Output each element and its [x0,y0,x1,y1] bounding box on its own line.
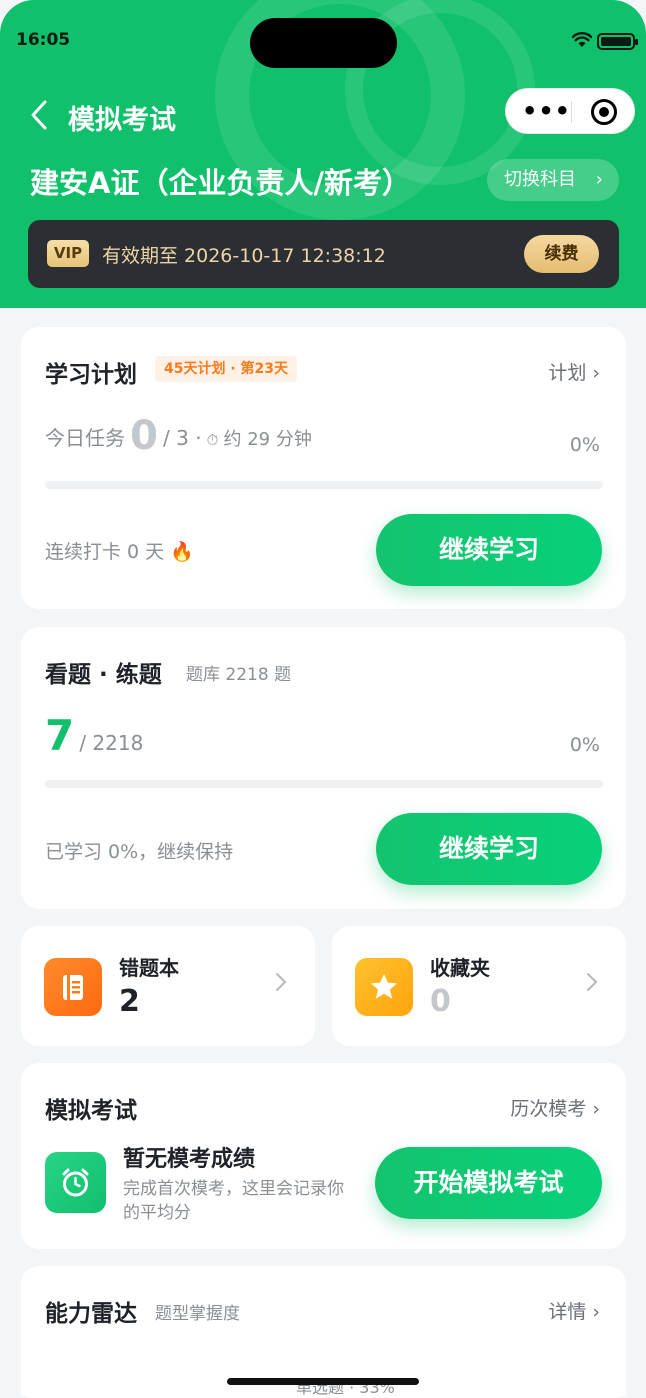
mock-history-label: 历次模考 [510,1098,587,1120]
more-dots-icon[interactable]: ••• [522,97,571,125]
practice-done: 7 [45,711,75,760]
chevron-right-icon: › [595,169,603,190]
plan-link[interactable]: 计划 › [548,358,600,385]
mock-empty-title: 暂无模考成绩 [123,1147,256,1172]
start-mock-exam-button[interactable]: 开始模拟考试 [375,1147,602,1219]
subject-name: 建安A证（企业负责人/新考） [30,166,412,200]
practice-title: 看题 · 练题 [45,662,162,688]
plan-link-label: 计划 [548,362,587,384]
target-icon[interactable] [591,99,617,125]
practice-progress-row: 7 / 2218 [45,711,143,760]
radar-detail-label: 详情 [548,1301,587,1323]
home-indicator [227,1378,419,1385]
streak-text: 连续打卡 0 天 [45,541,165,563]
wifi-icon [572,32,592,47]
continue-plan-button[interactable]: 继续学习 [376,514,602,586]
nav-bar: 模拟考试 ••• [0,88,646,144]
practice-percent: 0% [569,734,600,756]
task-progress-bar [45,481,603,489]
question-bank-count: 题库 2218 题 [186,665,292,685]
mock-exam-title: 模拟考试 [45,1098,137,1124]
status-time: 16:05 [16,30,71,50]
today-task-row: 今日任务 0 / 3 · ⏱ 约 29 分钟 [45,413,312,459]
renew-button[interactable]: 续费 [524,235,599,273]
wrong-book-card[interactable]: 错题本 2 [21,926,315,1046]
streak-row: 连续打卡 0 天 🔥 [45,537,194,564]
radar-title: 能力雷达 [45,1301,137,1327]
page-title: 模拟考试 [68,105,176,136]
vip-bar: VIP 有效期至 2026-10-17 12:38:12 续费 [28,220,619,288]
favorites-card[interactable]: 收藏夹 0 [332,926,626,1046]
task-duration: 约 29 分钟 [223,429,312,450]
status-bar: 16:05 [0,0,646,70]
star-icon [355,958,413,1016]
practice-card: 看题 · 练题 题库 2218 题 7 / 2218 0% 已学习 0%，继续保… [21,627,626,909]
practice-total: / 2218 [79,731,144,755]
mock-history-link[interactable]: 历次模考 › [510,1094,600,1121]
wrong-book-label: 错题本 [119,956,179,980]
phone-screen: 16:05 模拟考试 ••• 建安A证（企业负责人/新考） 切换科目 › VIP… [0,0,646,1398]
radar-subtitle: 题型掌握度 [155,1304,240,1324]
notebook-icon [44,958,102,1016]
chevron-right-icon [276,973,287,991]
task-percent: 0% [569,434,600,456]
task-done: 0 [130,413,158,459]
chevron-right-icon: › [592,1301,600,1323]
task-total: / 3 · [163,426,202,450]
radar-detail-link[interactable]: 详情 › [548,1297,600,1324]
chevron-right-icon: › [592,1098,600,1120]
vip-badge: VIP [47,240,89,267]
chevron-right-icon [587,973,598,991]
study-plan-card: 学习计划 45天计划 · 第23天 计划 › 今日任务 0 / 3 · ⏱ 约 … [21,327,626,609]
chevron-right-icon: › [592,362,600,384]
favorites-label: 收藏夹 [430,956,490,980]
vip-expiry: 有效期至 2026-10-17 12:38:12 [102,245,386,267]
wrong-book-count: 2 [119,984,140,1019]
clock-icon: ⏱ [206,431,219,449]
header: 16:05 模拟考试 ••• 建安A证（企业负责人/新考） 切换科目 › VIP… [0,0,646,308]
dynamic-island [250,18,397,68]
practice-progress-bar [45,780,603,788]
back-arrow-icon[interactable] [26,98,56,132]
mini-program-capsule: ••• [505,88,635,134]
favorites-count: 0 [430,984,451,1019]
mock-empty-desc: 完成首次模考，这里会记录你的平均分 [123,1179,344,1223]
practice-note: 已学习 0%，继续保持 [45,841,234,863]
battery-icon [597,33,638,50]
switch-subject-button[interactable]: 切换科目 › [487,159,619,201]
continue-practice-button[interactable]: 继续学习 [376,813,602,885]
switch-subject-label: 切换科目 [504,169,576,190]
study-plan-title: 学习计划 [45,362,137,388]
capsule-divider [571,101,572,123]
mock-exam-card: 模拟考试 历次模考 › 暂无模考成绩 完成首次模考，这里会记录你的平均分 开始模… [21,1063,626,1249]
fire-icon: 🔥 [170,541,194,563]
alarm-clock-icon [45,1152,106,1213]
task-label: 今日任务 [45,426,125,450]
plan-badge: 45天计划 · 第23天 [155,356,298,382]
